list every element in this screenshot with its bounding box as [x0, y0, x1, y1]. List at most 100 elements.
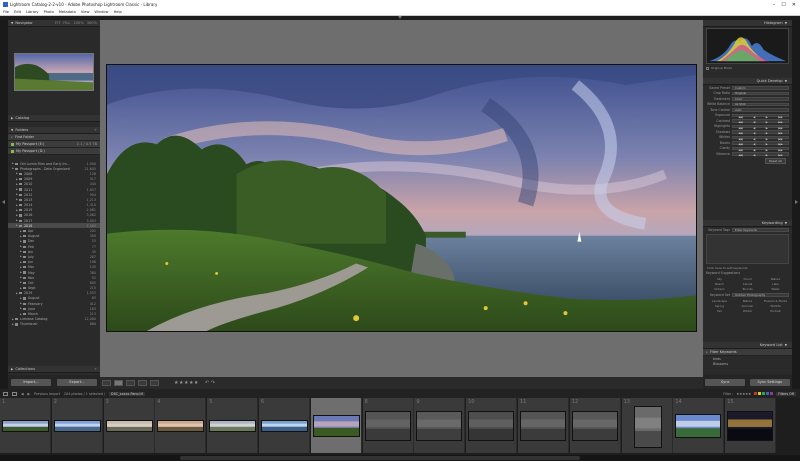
triangle-right-icon[interactable]: ▶ — [20, 313, 22, 316]
step-button[interactable]: ◀ — [753, 142, 755, 146]
color-label-filter[interactable] — [758, 392, 762, 395]
filmstrip-thumbnail[interactable] — [633, 406, 662, 448]
color-label-filter[interactable] — [754, 392, 758, 395]
back-arrow-icon[interactable]: ◀ — [21, 392, 24, 396]
triangle-right-icon[interactable]: ▶ — [12, 323, 14, 326]
step-button[interactable]: ◀ — [753, 126, 755, 130]
triangle-right-icon[interactable]: ▶ — [16, 219, 18, 222]
triangle-right-icon[interactable]: ▶ — [20, 230, 22, 233]
keyword-chip[interactable]: Cloud — [734, 277, 761, 281]
filmstrip-source[interactable]: Previous Import — [34, 392, 60, 396]
filter-keywords-field[interactable]: ⌕ Filter Keywords — [703, 349, 792, 356]
keyword-chip[interactable]: Clouds — [734, 282, 761, 286]
sync-button[interactable]: Sync — [705, 378, 746, 386]
keyword-chip[interactable]: Nature — [762, 277, 789, 281]
white-balance-select[interactable]: As Shot — [732, 102, 789, 106]
main-photo[interactable] — [106, 64, 697, 332]
filter-stars[interactable]: ★★★★★ — [736, 392, 751, 396]
step-button[interactable]: ◀ — [753, 131, 755, 135]
triangle-right-icon[interactable]: ▶ — [16, 188, 18, 191]
keyword-list-header[interactable]: Keyword List ▼ — [703, 342, 792, 349]
filter-select[interactable]: Filters Off — [776, 391, 796, 396]
menu-metadata[interactable]: Metadata — [59, 10, 76, 14]
keyword-chip[interactable]: Lake — [762, 282, 789, 286]
triangle-right-icon[interactable]: ▶ — [20, 307, 22, 310]
adjustment-buttons[interactable]: ◀◀ ◀ ▶ ▶▶ — [732, 113, 789, 119]
triangle-right-icon[interactable]: ▶ — [20, 240, 22, 243]
triangle-right-icon[interactable]: ▶ — [16, 183, 18, 186]
filmstrip-thumbnail[interactable] — [468, 411, 515, 441]
keyword-chip[interactable]: Sky — [706, 277, 733, 281]
menu-file[interactable]: File — [3, 10, 9, 14]
step-button[interactable]: ◀◀ — [738, 142, 742, 146]
step-button[interactable]: ▶▶ — [778, 120, 782, 124]
filmstrip-thumbnail[interactable] — [520, 411, 566, 441]
triangle-right-icon[interactable]: ▶ — [16, 204, 18, 207]
step-button[interactable]: ▶ — [766, 131, 768, 135]
triangle-right-icon[interactable]: ▶ — [16, 224, 18, 227]
step-button[interactable]: ▶▶ — [778, 137, 782, 141]
filmstrip-cell[interactable]: 5 — [207, 398, 259, 453]
step-button[interactable]: ▶ — [766, 137, 768, 141]
filmstrip-cell[interactable]: 1 — [0, 398, 51, 453]
zoom-100[interactable]: 100% — [73, 21, 83, 25]
adjustment-buttons[interactable]: ◀◀ ◀ ▶ ▶▶ — [732, 146, 789, 152]
adjustment-buttons[interactable]: ◀◀ ◀ ▶ ▶▶ — [732, 141, 789, 146]
forward-arrow-icon[interactable]: ▶ — [28, 392, 31, 396]
filmstrip-thumbnail[interactable] — [727, 411, 774, 441]
filmstrip-cell[interactable]: 3 — [103, 398, 155, 453]
step-button[interactable]: ▶▶ — [778, 126, 782, 130]
triangle-right-icon[interactable]: ▶ — [20, 302, 22, 305]
grid-icon[interactable] — [12, 391, 17, 396]
filmstrip-thumbnail[interactable] — [416, 411, 463, 441]
menu-help[interactable]: Help — [114, 10, 122, 14]
scrollbar-thumb[interactable] — [180, 456, 580, 460]
add-folder-icon[interactable]: + — [94, 128, 97, 132]
menu-window[interactable]: Window — [94, 10, 108, 14]
filmstrip-cell[interactable]: 6 — [259, 398, 310, 453]
color-label-filter[interactable] — [770, 392, 774, 395]
triangle-right-icon[interactable]: ▶ — [12, 318, 14, 321]
step-button[interactable]: ▶▶ — [778, 142, 782, 146]
color-label-filter[interactable] — [762, 392, 766, 395]
triangle-right-icon[interactable]: ▶ — [16, 292, 18, 295]
triangle-right-icon[interactable]: ▶ — [20, 235, 22, 238]
triangle-right-icon[interactable]: ▶ — [20, 281, 22, 284]
step-button[interactable]: ▶ — [766, 148, 768, 152]
keyword-list-item[interactable]: Blossoms — [703, 361, 792, 366]
navigator-preview[interactable] — [14, 53, 94, 91]
filmstrip-cell[interactable]: 9 — [414, 398, 466, 453]
step-button[interactable]: ◀◀ — [738, 148, 742, 152]
zoom-fit[interactable]: FIT — [55, 21, 60, 25]
catalog-header[interactable]: ▶ Catalog — [8, 115, 100, 122]
menu-view[interactable]: View — [81, 10, 90, 14]
volume-row[interactable]: My Passport (D:) — [8, 148, 100, 155]
menu-library[interactable]: Library — [26, 10, 39, 14]
triangle-right-icon[interactable]: ▶ — [16, 214, 18, 217]
step-button[interactable]: ▶ — [766, 153, 768, 157]
keyword-chip[interactable]: Beach — [706, 282, 733, 286]
triangle-right-icon[interactable]: ▶ — [12, 167, 14, 170]
add-collection-icon[interactable]: + — [94, 367, 97, 371]
step-button[interactable]: ▶▶ — [778, 153, 782, 157]
step-button[interactable]: ▶ — [766, 142, 768, 146]
collections-header[interactable]: ▶ Collections + — [8, 366, 100, 373]
step-button[interactable]: ▶▶ — [778, 131, 782, 135]
sync-settings-button[interactable]: Sync Settings — [749, 378, 790, 386]
triangle-right-icon[interactable]: ▶ — [20, 255, 22, 258]
triangle-right-icon[interactable]: ▶ — [16, 178, 18, 181]
step-button[interactable]: ◀◀ — [738, 137, 742, 141]
grid-view-icon[interactable] — [102, 380, 111, 386]
keyword-chip[interactable]: Flowers & Plants — [762, 299, 789, 303]
adjustment-buttons[interactable]: ◀◀ ◀ ▶ ▶▶ — [732, 124, 789, 130]
filmstrip-thumbnail[interactable] — [105, 420, 153, 432]
volume-row[interactable]: My Passport (E:) 2.1 / 4.5 TB — [8, 141, 100, 148]
zoom-fill[interactable]: FILL — [63, 21, 70, 25]
keywording-header[interactable]: Keywording ▼ — [703, 220, 792, 227]
folders-header[interactable]: ▼ Folders + — [8, 127, 100, 134]
adjustment-buttons[interactable]: ◀◀ ◀ ▶ ▶▶ — [732, 119, 789, 124]
filmstrip-cell[interactable]: 14 — [673, 398, 725, 453]
keyword-chip[interactable]: Spring — [706, 304, 733, 308]
maximize-button[interactable]: ☐ — [781, 2, 785, 8]
auto-tone-button[interactable]: Auto — [732, 108, 789, 112]
